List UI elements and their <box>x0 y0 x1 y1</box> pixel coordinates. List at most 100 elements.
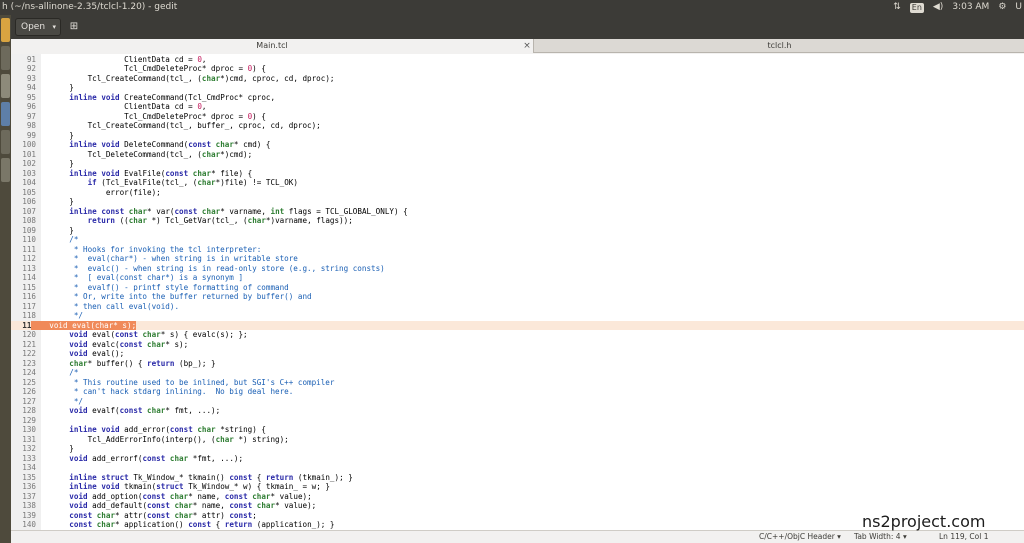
code-line: 113 * evalc() - when string is in read-o… <box>11 264 1024 274</box>
code-text: Tcl_DeleteCommand(tcl_, (char*)cmd); <box>51 149 253 159</box>
settings-gear-icon[interactable]: ⚙ <box>998 0 1006 15</box>
code-text: * then call eval(void). <box>51 301 180 311</box>
code-text: Tcl_AddErrorInfo(interp(), (char *) stri… <box>51 434 289 444</box>
line-number: 131 <box>22 434 36 444</box>
line-number: 108 <box>22 216 36 225</box>
keyboard-layout-indicator[interactable]: En <box>909 2 924 13</box>
line-number: 122 <box>22 349 36 358</box>
code-text: if (Tcl_EvalFile(tcl_, (char*)file) != T… <box>87 178 298 187</box>
user-indicator[interactable]: U <box>1015 0 1022 15</box>
launcher-app-icon[interactable] <box>1 130 10 154</box>
line-number: 139 <box>22 510 36 520</box>
chevron-down-icon: ▾ <box>837 532 841 541</box>
launcher-app-icon[interactable] <box>1 158 10 182</box>
document-tab-bar: Main.tcl × tclcl.h <box>11 39 1024 53</box>
code-text: /* <box>51 368 79 377</box>
open-button[interactable]: Open ▾ <box>15 18 61 36</box>
line-number: 107 <box>22 206 36 216</box>
line-number: 101 <box>22 149 36 159</box>
code-text: ClientData cd = 0, <box>51 102 207 111</box>
tab-tclcl-h[interactable]: tclcl.h <box>535 39 1024 53</box>
line-number: 120 <box>22 330 36 339</box>
code-text: void eval(); <box>69 349 125 358</box>
line-number: 134 <box>22 463 36 472</box>
line-number: 135 <box>22 472 36 482</box>
launcher-app-icon[interactable] <box>1 102 10 126</box>
code-text: inline void CreateCommand(Tcl_CmdProc* c… <box>69 92 276 102</box>
code-line: 95 inline void CreateCommand(Tcl_CmdProc… <box>11 93 1024 103</box>
code-line: 117 * then call eval(void). <box>11 302 1024 312</box>
code-line: 125 * This routine used to be inlined, b… <box>11 378 1024 388</box>
code-text: * eval(char*) - when string is in writab… <box>51 254 298 263</box>
line-number: 114 <box>22 273 36 282</box>
code-line: 131 Tcl_AddErrorInfo(interp(), (char *) … <box>11 435 1024 445</box>
window-title: h (~/ns-allinone-2.35/tclcl-1.20) - gedi… <box>2 2 178 12</box>
code-line: 133 void add_errorf(const char *fmt, ...… <box>11 454 1024 464</box>
tab-label: tclcl.h <box>767 41 792 50</box>
line-number: 91 <box>26 54 36 64</box>
code-text: * can't hack stdarg inlining. No big dea… <box>51 387 294 396</box>
clock[interactable]: 3:03 AM <box>952 0 989 15</box>
code-line: 96 ClientData cd = 0, <box>11 102 1024 112</box>
line-number: 133 <box>22 453 36 463</box>
code-text: * evalf() - printf style formatting of c… <box>51 282 289 292</box>
launcher-app-icon[interactable] <box>1 46 10 70</box>
code-text: void eval(char* s); <box>31 320 137 330</box>
code-line: 102 } <box>11 159 1024 169</box>
code-text: error(file); <box>51 187 161 197</box>
code-text: * This routine used to be inlined, but S… <box>51 377 335 387</box>
code-text: } <box>51 444 74 453</box>
language-selector[interactable]: C/C++/ObjC Header ▾ <box>759 531 841 543</box>
code-line: 127 */ <box>11 397 1024 407</box>
tab-main-tcl[interactable]: Main.tcl <box>11 39 534 53</box>
code-line: 103 inline void EvalFile(const char* fil… <box>11 169 1024 179</box>
code-line: 94 } <box>11 83 1024 93</box>
code-line: 132 } <box>11 444 1024 454</box>
code-text: const char* attr(const char* attr) const… <box>69 510 257 520</box>
line-number: 103 <box>22 168 36 178</box>
line-number: 99 <box>26 130 36 140</box>
line-number: 118 <box>22 311 36 320</box>
volume-icon[interactable]: ◀) <box>933 0 943 15</box>
code-text: * [ eval(const char*) is a synonym ] <box>51 273 244 282</box>
line-number: 104 <box>22 178 36 187</box>
line-number: 100 <box>22 140 36 149</box>
tab-width-selector[interactable]: Tab Width: 4 ▾ <box>854 531 907 543</box>
code-text: } <box>51 197 74 206</box>
code-text: */ <box>51 311 84 320</box>
code-text: } <box>51 83 74 92</box>
line-number: 110 <box>22 235 36 244</box>
line-number: 124 <box>22 368 36 377</box>
new-document-icon[interactable]: ⊞ <box>66 18 82 36</box>
code-editor[interactable]: 91 ClientData cd = 0, 92 Tcl_CmdDeletePro… <box>11 54 1024 530</box>
code-line: 101 Tcl_DeleteCommand(tcl_, (char*)cmd); <box>11 150 1024 160</box>
code-text: */ <box>51 396 84 406</box>
code-text: void add_default(const char* name, const… <box>69 501 317 510</box>
line-number: 94 <box>26 83 36 92</box>
code-line: 114 * [ eval(const char*) is a synonym ] <box>11 273 1024 283</box>
line-number: 96 <box>26 102 36 111</box>
launcher-app-icon[interactable] <box>1 74 10 98</box>
code-text: void add_errorf(const char *fmt, ...); <box>69 453 244 463</box>
line-number: 128 <box>22 406 36 415</box>
line-number: 140 <box>22 520 36 529</box>
line-number: 112 <box>22 254 36 263</box>
code-line: 106 } <box>11 197 1024 207</box>
line-number: 127 <box>22 396 36 406</box>
network-arrows-icon[interactable]: ⇅ <box>893 0 901 15</box>
code-text: inline void add_error(const char *string… <box>69 425 266 434</box>
code-text: } <box>51 225 74 235</box>
close-icon[interactable]: × <box>521 39 533 53</box>
code-text: void add_option(const char* name, const … <box>69 491 312 501</box>
launcher-app-icon[interactable] <box>1 18 10 42</box>
line-number: 138 <box>22 501 36 510</box>
line-number: 93 <box>26 73 36 83</box>
code-text: ClientData cd = 0, <box>51 54 207 64</box>
code-text: /* <box>51 235 79 244</box>
code-line: 116 * Or, write into the buffer returned… <box>11 292 1024 302</box>
code-text: Tcl_CmdDeleteProc* dproc = 0) { <box>51 64 266 73</box>
line-number: 115 <box>22 282 36 292</box>
code-line: 126 * can't hack stdarg inlining. No big… <box>11 387 1024 397</box>
line-number: 121 <box>22 339 36 349</box>
language-label: C/C++/ObjC Header <box>759 532 835 541</box>
